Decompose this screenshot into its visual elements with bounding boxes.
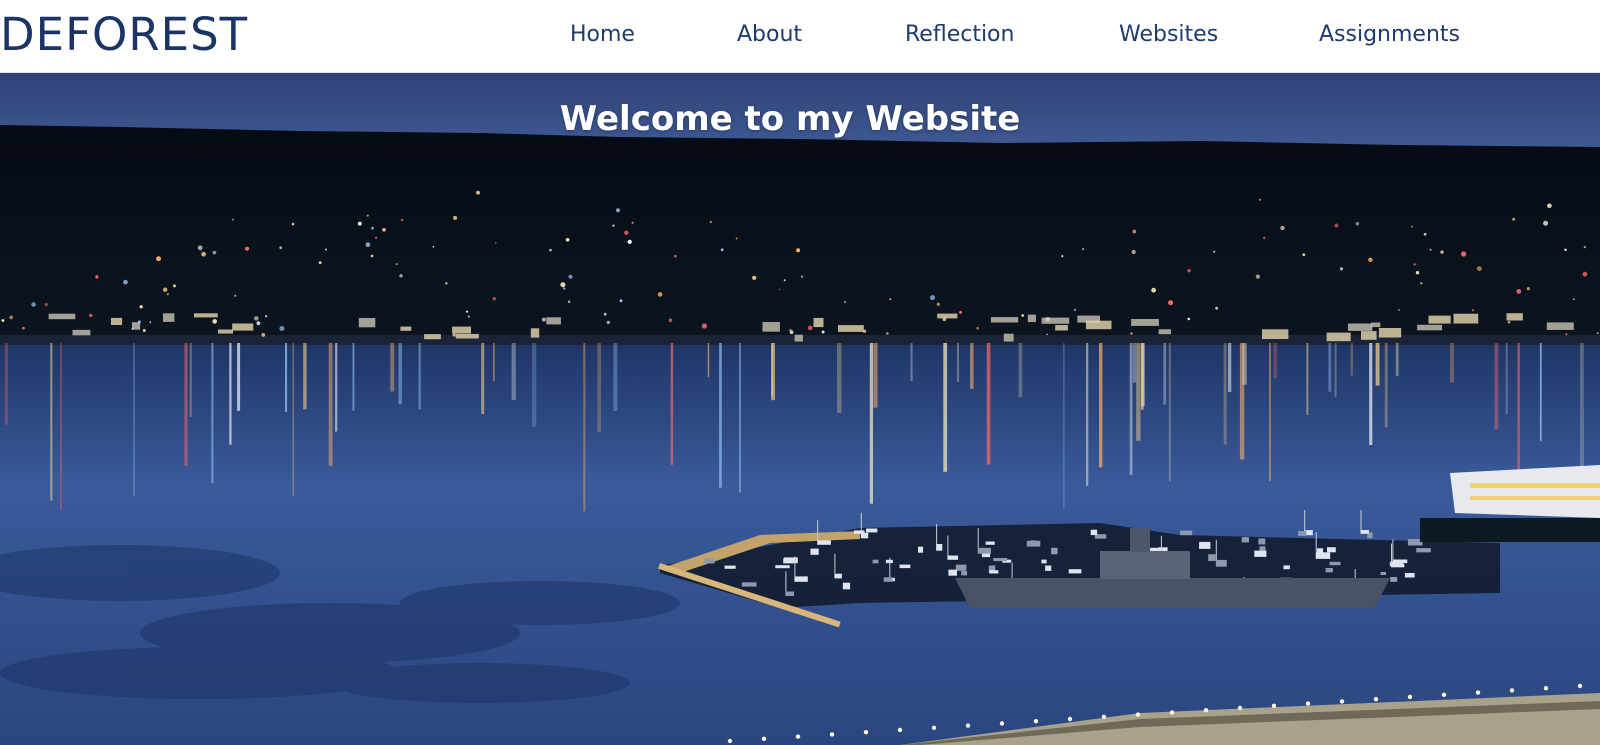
site-header: DEFOREST Home About Reflection Websites … (0, 0, 1600, 73)
nav-link-websites[interactable]: Websites (1119, 21, 1218, 49)
nav-link-about[interactable]: About (737, 21, 802, 49)
nav-link-home[interactable]: Home (570, 21, 635, 49)
nav-link-reflection[interactable]: Reflection (905, 21, 1014, 49)
harbor-night-photo (0, 73, 1600, 745)
main-nav: Home About Reflection Websites Assignmen… (0, 0, 1600, 73)
hero-section: Welcome to my Website (0, 73, 1600, 745)
nav-link-assignments[interactable]: Assignments (1319, 21, 1460, 49)
hero-title: Welcome to my Website (559, 99, 1021, 139)
